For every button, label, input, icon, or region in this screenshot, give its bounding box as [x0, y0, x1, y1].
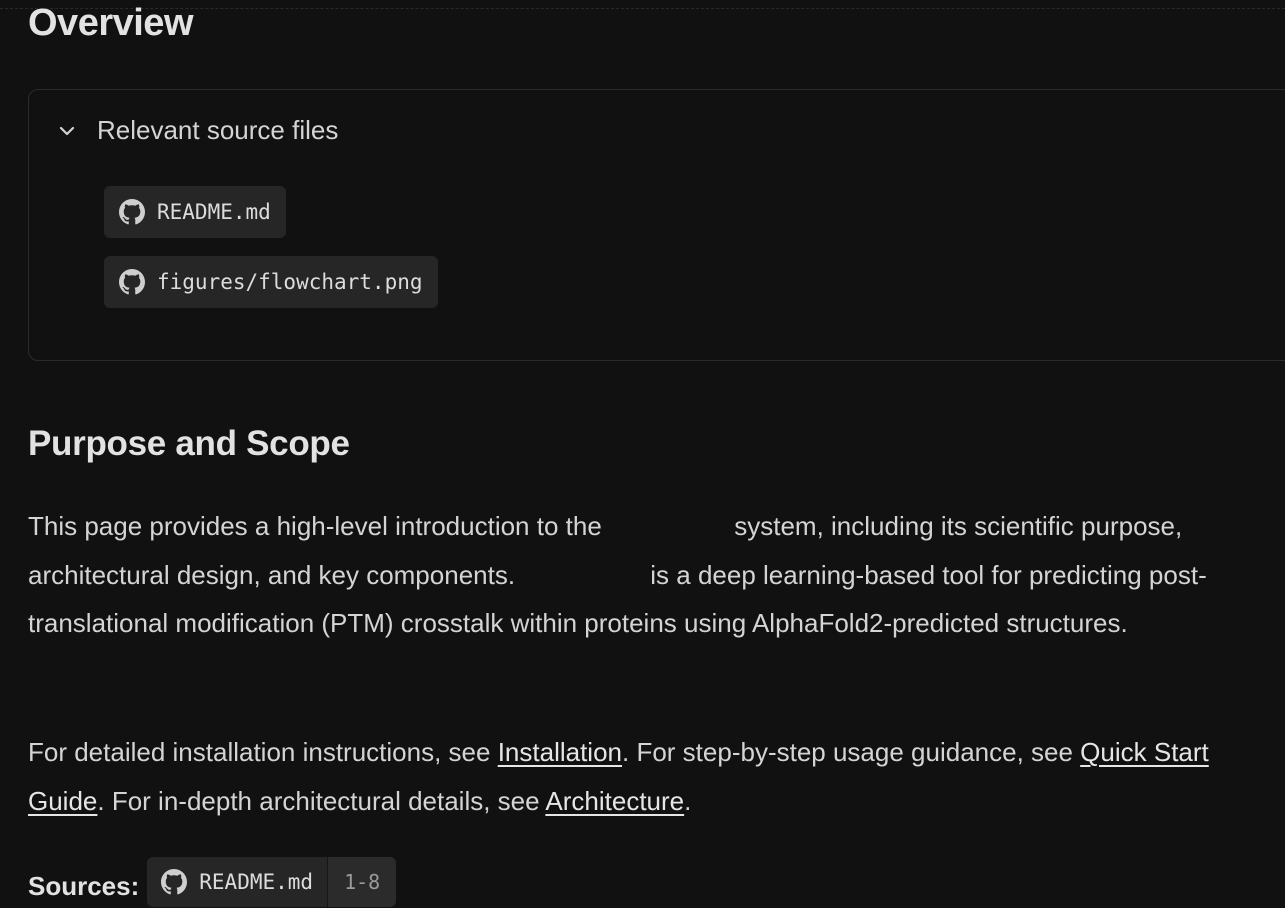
chevron-down-icon: [55, 119, 79, 143]
source-file-name: figures/flowchart.png: [157, 270, 423, 294]
purpose-text: This page provides a high-level introduc…: [28, 511, 610, 541]
github-icon: [161, 869, 188, 895]
page-title: Overview: [28, 2, 194, 44]
relevant-source-files-toggle[interactable]: Relevant source files: [55, 115, 338, 146]
installation-link[interactable]: Installation: [498, 737, 622, 767]
related-text: .: [684, 785, 692, 816]
related-pages-paragraph: For detailed installation instructions, …: [28, 728, 1273, 825]
architecture-link[interactable]: Architecture: [545, 786, 684, 816]
source-file-name: README.md: [157, 200, 271, 224]
github-icon: [119, 199, 145, 225]
related-text: . For step-by-step usage guidance, see: [622, 737, 1081, 767]
related-text: . For in-depth architectural details, se…: [97, 785, 546, 816]
section-title-purpose: Purpose and Scope: [28, 424, 350, 463]
source-reference-filename: README.md: [199, 870, 314, 894]
sources-label: Sources:: [28, 870, 140, 901]
relevant-source-files-panel: Relevant source files README.md figures/…: [28, 89, 1285, 361]
source-file-flowchart[interactable]: figures/flowchart.png: [104, 256, 438, 308]
page: Overview Relevant source files README.md: [0, 0, 1285, 908]
sources-line: Sources: README.md 1-8: [28, 857, 397, 907]
related-text: For detailed installation instructions, …: [28, 737, 498, 767]
source-file-readme[interactable]: README.md: [104, 186, 286, 238]
source-reference-file: README.md: [147, 857, 327, 907]
source-line-range: 1-8: [327, 857, 397, 907]
source-reference-chip[interactable]: README.md 1-8: [147, 857, 397, 907]
purpose-paragraph: This page provides a high-level introduc…: [28, 502, 1273, 648]
relevant-source-files-label: Relevant source files: [97, 115, 339, 145]
github-icon: [119, 269, 145, 295]
